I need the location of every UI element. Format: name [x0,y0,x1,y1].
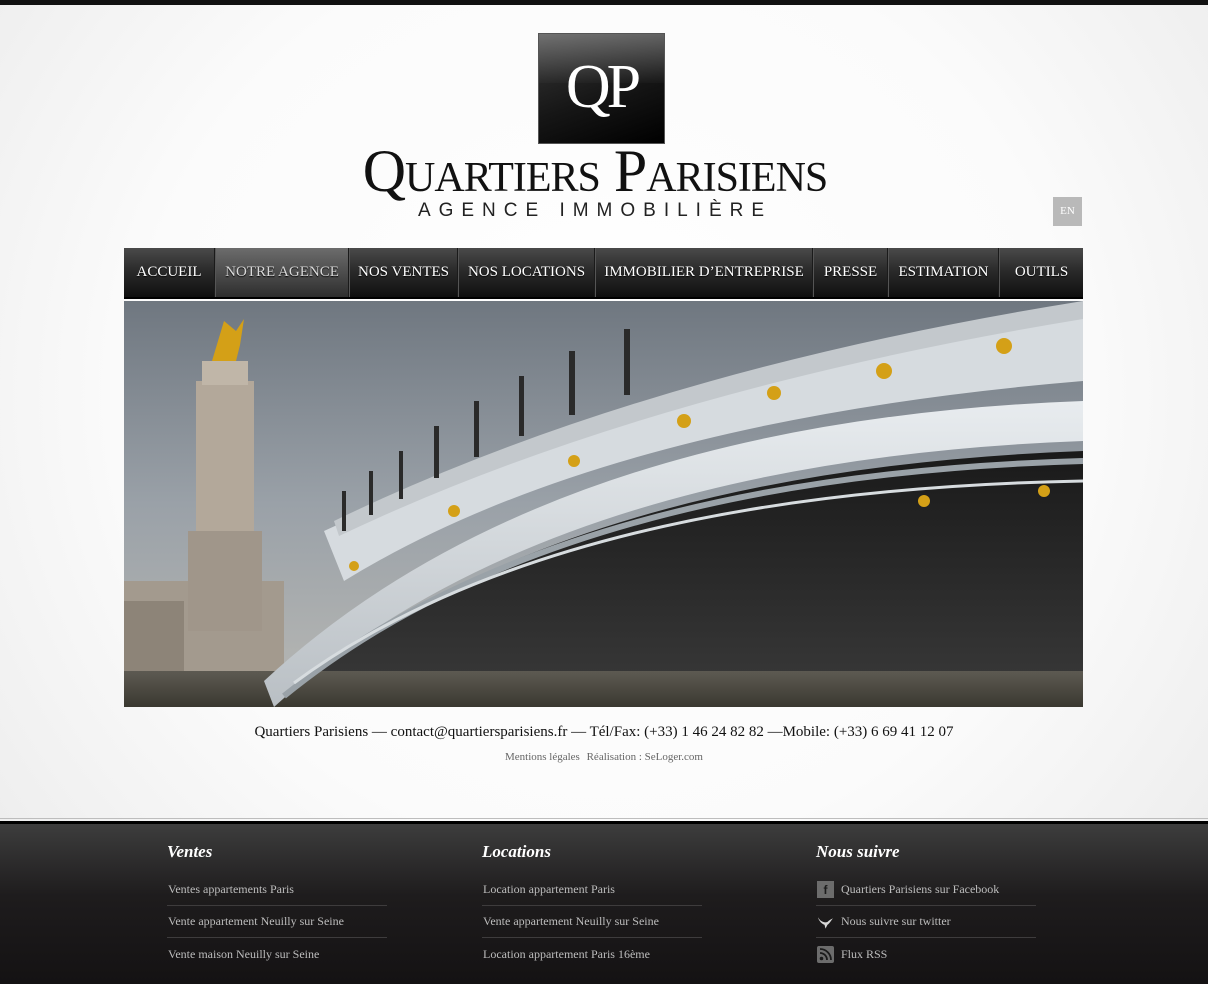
language-switch-button[interactable]: EN [1053,197,1082,226]
twitter-icon [817,913,834,930]
nav-item-estimation[interactable]: Estimation [888,248,999,297]
footer-link[interactable]: Location appartement Paris [482,874,702,906]
nav-item-immobilier-entreprise[interactable]: Immobilier d’entreprise [595,248,813,297]
footer: Ventes Ventes appartements Paris Vente a… [0,818,1208,984]
logo-name: Quartiers Parisiens [362,138,829,204]
footer-link[interactable]: Location appartement Paris 16ème [482,938,702,970]
mentions-legales-link[interactable]: Mentions légales [505,751,580,763]
footer-col-locations: Locations Location appartement Paris Ven… [482,842,702,970]
footer-link[interactable]: Vente appartement Neuilly sur Seine [167,906,387,938]
nav-item-accueil[interactable]: Accueil [124,248,215,297]
footer-link-twitter[interactable]: Nous suivre sur twitter [816,906,1036,938]
nav-item-nos-ventes[interactable]: Nos ventes [349,248,458,297]
footer-heading-ventes: Ventes [167,842,213,861]
logo-tagline: AGENCE IMMOBILIÈRE [417,200,773,221]
site-logo[interactable]: QP Quartiers Parisiens AGENCE IMMOBILIÈR… [340,33,850,223]
nav-item-nos-locations[interactable]: Nos locations [458,248,595,297]
top-bar [0,0,1208,5]
footer-col-nous-suivre: Nous suivre f Quartiers Parisiens sur Fa… [816,842,1036,970]
contact-line: Quartiers Parisiens — contact@quartiersp… [254,724,954,740]
rss-icon [817,945,834,963]
footer-link-label: Flux RSS [841,946,888,961]
footer-link[interactable]: Vente appartement Neuilly sur Seine [482,906,702,938]
realisation-link[interactable]: Réalisation : SeLoger.com [587,751,703,763]
hero-image-bridge [124,301,1083,707]
footer-col-ventes: Ventes Ventes appartements Paris Vente a… [167,842,387,970]
main-nav: Accueil Notre agence Nos ventes Nos loca… [124,248,1083,299]
facebook-icon: f [817,881,834,898]
nav-item-presse[interactable]: Presse [813,248,888,297]
credits-line: Mentions légales Réalisation : SeLoger.c… [0,751,1208,763]
footer-link[interactable]: Ventes appartements Paris [167,874,387,906]
logo-monogram-box: QP [538,33,665,144]
footer-link-rss[interactable]: Flux RSS [816,938,1036,970]
nav-item-outils[interactable]: Outils [999,248,1083,297]
logo-monogram: QP [565,53,641,121]
footer-link[interactable]: Vente maison Neuilly sur Seine [167,938,387,970]
footer-link-facebook[interactable]: f Quartiers Parisiens sur Facebook [816,874,1036,906]
footer-link-label: Nous suivre sur twitter [841,914,951,928]
nav-item-notre-agence[interactable]: Notre agence [215,248,349,297]
footer-heading-nous-suivre: Nous suivre [816,842,900,861]
footer-link-label: Quartiers Parisiens sur Facebook [841,882,1000,896]
footer-heading-locations: Locations [482,842,551,861]
bridge-illustration [124,301,1083,707]
